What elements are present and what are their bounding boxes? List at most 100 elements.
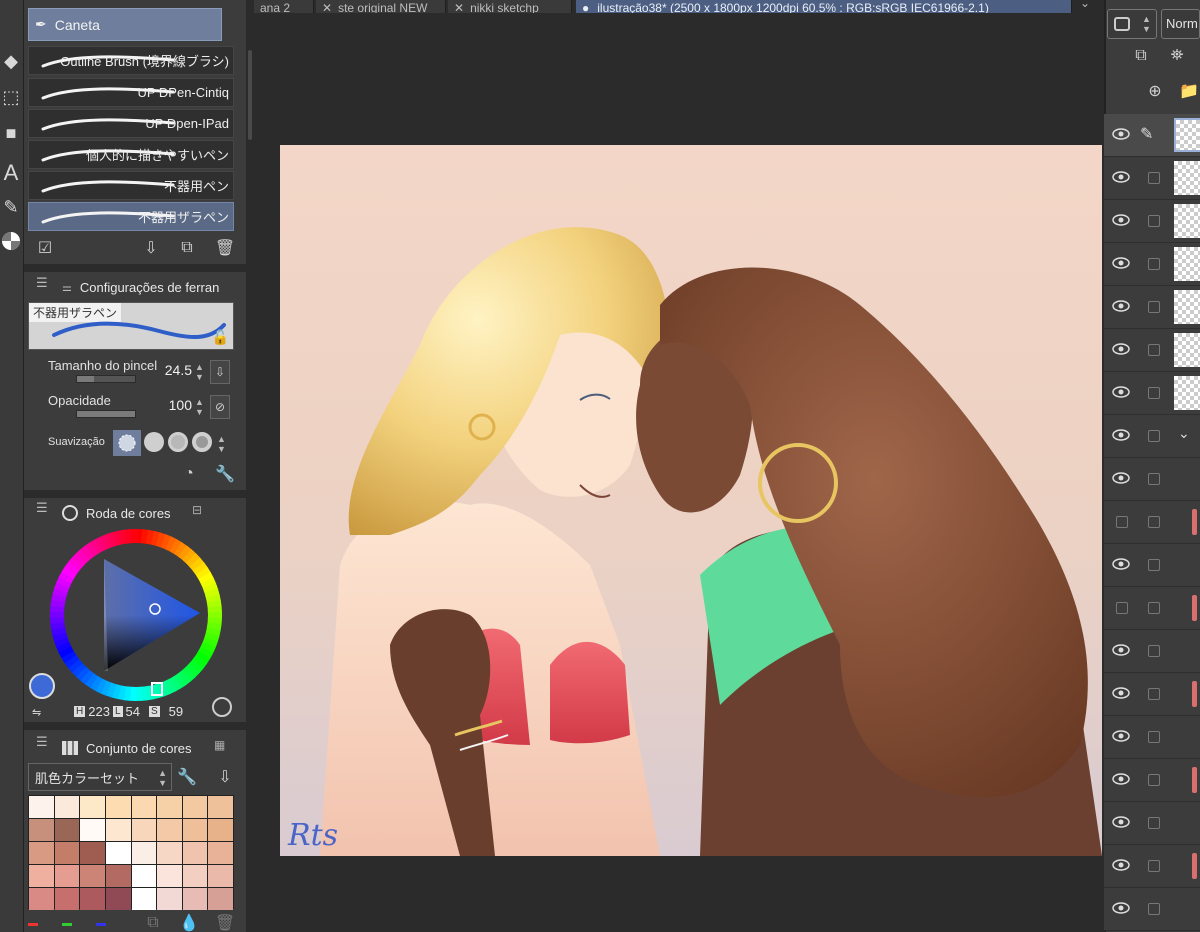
color-swatch[interactable] [157, 865, 182, 887]
color-swatch[interactable] [131, 819, 157, 841]
lock-checkbox[interactable] [1148, 774, 1160, 786]
layer-row[interactable] [1104, 888, 1200, 931]
color-swatch[interactable] [157, 796, 182, 818]
lock-checkbox[interactable] [1148, 215, 1160, 227]
opacity-pressure-icon[interactable]: ⊘ [210, 395, 230, 419]
color-swatch[interactable] [80, 842, 105, 864]
menu-icon[interactable]: ☰ [36, 275, 48, 291]
color-swatch[interactable] [29, 865, 54, 887]
layer-row[interactable] [1104, 501, 1200, 544]
eye-icon[interactable] [1112, 471, 1130, 485]
layer-row[interactable] [1104, 673, 1200, 716]
delete-swatch-icon[interactable]: 🗑 [214, 912, 236, 932]
smoothing-option-2[interactable] [144, 432, 164, 452]
lock-icon[interactable]: 🔓 [212, 329, 229, 346]
layer-color-select[interactable]: ▲ ▼ [1107, 9, 1157, 39]
color-set-select[interactable]: 肌色カラーセット ▲ ▼ [28, 763, 172, 791]
lock-checkbox[interactable] [1148, 430, 1160, 442]
color-swatch[interactable] [29, 888, 54, 910]
layer-row[interactable] [1104, 286, 1200, 329]
color-swatch[interactable] [131, 865, 157, 887]
wrench-icon[interactable]: 🔧 [214, 463, 236, 485]
color-mode-icon[interactable] [212, 697, 232, 717]
brush-item[interactable]: 不器用ペン [28, 171, 234, 200]
brush-item[interactable]: 個人的に描きやすいペン [28, 140, 234, 169]
color-swatch[interactable] [182, 865, 208, 887]
brush-size-value[interactable]: 24.5 [152, 362, 192, 378]
opacity-value[interactable]: 100 [152, 397, 192, 413]
menu-icon[interactable]: ☰ [36, 734, 48, 750]
duplicate-brush-icon[interactable]: ⧉ [176, 237, 198, 259]
layer-row[interactable] [1104, 329, 1200, 372]
lock-checkbox[interactable] [1148, 387, 1160, 399]
color-swatch[interactable] [157, 888, 182, 910]
eyedropper-icon[interactable]: ✎ [0, 194, 22, 220]
lock-checkbox[interactable] [1148, 602, 1160, 614]
color-swatch[interactable] [54, 888, 80, 910]
brush-item[interactable]: Outline Brush (境界線ブラシ) [28, 46, 234, 75]
lock-checkbox[interactable] [1148, 817, 1160, 829]
new-folder-icon[interactable]: 📁 [1178, 80, 1200, 102]
color-swatch[interactable] [80, 819, 105, 841]
eye-icon[interactable] [1112, 170, 1130, 184]
main-color-swatch[interactable] [29, 673, 55, 699]
color-swatch[interactable] [208, 865, 233, 887]
eraser-icon[interactable]: ◆ [0, 48, 22, 74]
color-history-tab-icon[interactable]: ▦ [214, 738, 225, 752]
eye-icon[interactable] [1112, 686, 1130, 700]
color-swatch[interactable] [131, 842, 157, 864]
color-swatch[interactable] [182, 842, 208, 864]
color-swatch[interactable] [80, 888, 105, 910]
color-swatch[interactable] [105, 819, 131, 841]
visibility-off-box[interactable] [1116, 602, 1128, 614]
color-swatch[interactable] [208, 842, 233, 864]
copy-layer-icon[interactable]: ⧉ [1130, 45, 1152, 67]
lock-checkbox[interactable] [1148, 860, 1160, 872]
delete-brush-icon[interactable]: 🗑 [214, 237, 236, 259]
eye-icon[interactable] [1112, 815, 1130, 829]
color-swatch[interactable] [54, 796, 80, 818]
brush-item[interactable]: UP Dpen-IPad [28, 109, 234, 138]
lock-checkbox[interactable] [1148, 344, 1160, 356]
blend-mode-select[interactable]: Norm [1161, 9, 1200, 39]
eye-icon[interactable] [1112, 342, 1130, 356]
swap-colors-icon[interactable]: ⇋ [32, 706, 41, 719]
chevron-down-icon[interactable]: ⌄ [1178, 425, 1190, 442]
eye-icon[interactable] [1112, 729, 1130, 743]
color-swatch[interactable] [208, 819, 233, 841]
color-swatch[interactable] [157, 842, 182, 864]
color-swatch[interactable] [54, 819, 80, 841]
lock-checkbox[interactable] [1148, 559, 1160, 571]
lock-checkbox[interactable] [1148, 688, 1160, 700]
transform-icon[interactable]: ⬚ [0, 84, 22, 110]
layer-row[interactable]: ✎ [1104, 114, 1200, 157]
layer-row[interactable] [1104, 587, 1200, 630]
lock-checkbox[interactable] [1148, 172, 1160, 184]
layer-row[interactable] [1104, 630, 1200, 673]
layer-row[interactable] [1104, 802, 1200, 845]
drawing-canvas[interactable]: Rts [280, 145, 1102, 856]
smoothing-option-3[interactable] [168, 432, 188, 452]
layer-row[interactable] [1104, 458, 1200, 501]
lock-checkbox[interactable] [1148, 473, 1160, 485]
color-swatch[interactable] [105, 865, 131, 887]
color-swatch[interactable] [29, 842, 54, 864]
layer-row[interactable] [1104, 845, 1200, 888]
eye-icon[interactable] [1112, 213, 1130, 227]
visibility-off-box[interactable] [1116, 516, 1128, 528]
color-swatch[interactable] [105, 888, 131, 910]
color-swatch[interactable] [54, 865, 80, 887]
eye-icon[interactable] [1112, 643, 1130, 657]
pressure-icon[interactable]: ⇩ [210, 360, 230, 384]
brush-settings-icon[interactable]: ☑ [34, 237, 56, 259]
smoothing-option-1[interactable] [113, 430, 141, 456]
eye-icon[interactable] [1112, 772, 1130, 786]
color-swatch[interactable] [80, 796, 105, 818]
color-swatch[interactable] [54, 842, 80, 864]
eye-icon[interactable] [1112, 256, 1130, 270]
eye-icon[interactable] [1112, 385, 1130, 399]
smoothing-option-4[interactable] [192, 432, 212, 452]
smoothing-spinner[interactable]: ▲ ▼ [217, 434, 226, 454]
opacity-slider[interactable] [76, 410, 136, 418]
color-swatch[interactable] [182, 819, 208, 841]
